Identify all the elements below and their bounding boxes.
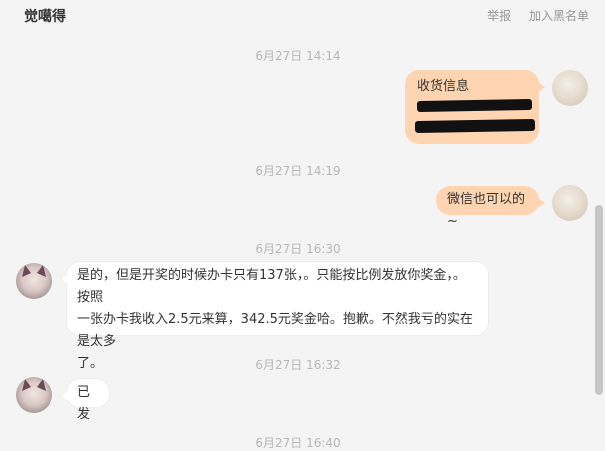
report-button[interactable]: 举报 (487, 9, 511, 23)
scrollbar-thumb[interactable] (595, 205, 603, 395)
add-to-blacklist-button[interactable]: 加入黑名单 (529, 9, 589, 23)
redaction-mark (414, 118, 536, 134)
my-avatar[interactable] (552, 185, 588, 221)
message-line: 是的，但是开奖的时候办卡只有137张，。只能按比例发放你奖金，。按照 (77, 268, 466, 305)
message-bubble-shipping-info[interactable]: 收货信息 (405, 70, 545, 144)
message-bubble[interactable]: 微信也可以的~ (436, 186, 545, 229)
chat-header: 觉噶得 举报 加入黑名单 (0, 0, 605, 32)
contact-avatar[interactable] (16, 377, 52, 413)
contact-avatar[interactable] (16, 263, 52, 299)
contact-name: 觉噶得 (24, 9, 66, 25)
cat-ears-icon (22, 265, 46, 277)
message-bubble[interactable]: 已发 (60, 378, 110, 422)
message-timestamp: 6月27日 14:19 (255, 164, 341, 178)
redaction-mark (416, 98, 533, 113)
header-actions: 举报 加入黑名单 (473, 7, 589, 24)
message-timestamp: 6月27日 16:40 (255, 436, 341, 450)
message-timestamp: 6月27日 16:30 (255, 242, 341, 256)
message-timestamp: 6月27日 16:32 (255, 358, 341, 372)
cat-ears-icon (22, 379, 46, 391)
message-text: 收货信息 (417, 79, 470, 94)
message-bubble[interactable]: 是的，但是开奖的时候办卡只有137张，。只能按比例发放你奖金，。按照 一张办卡我… (60, 261, 489, 371)
message-timestamp: 6月27日 14:14 (255, 49, 341, 63)
message-line: 一张办卡我收入2.5元来算，342.5元奖金哈。抱歉。不然我亏的实在是太多 (77, 312, 473, 349)
my-avatar[interactable] (552, 70, 588, 106)
